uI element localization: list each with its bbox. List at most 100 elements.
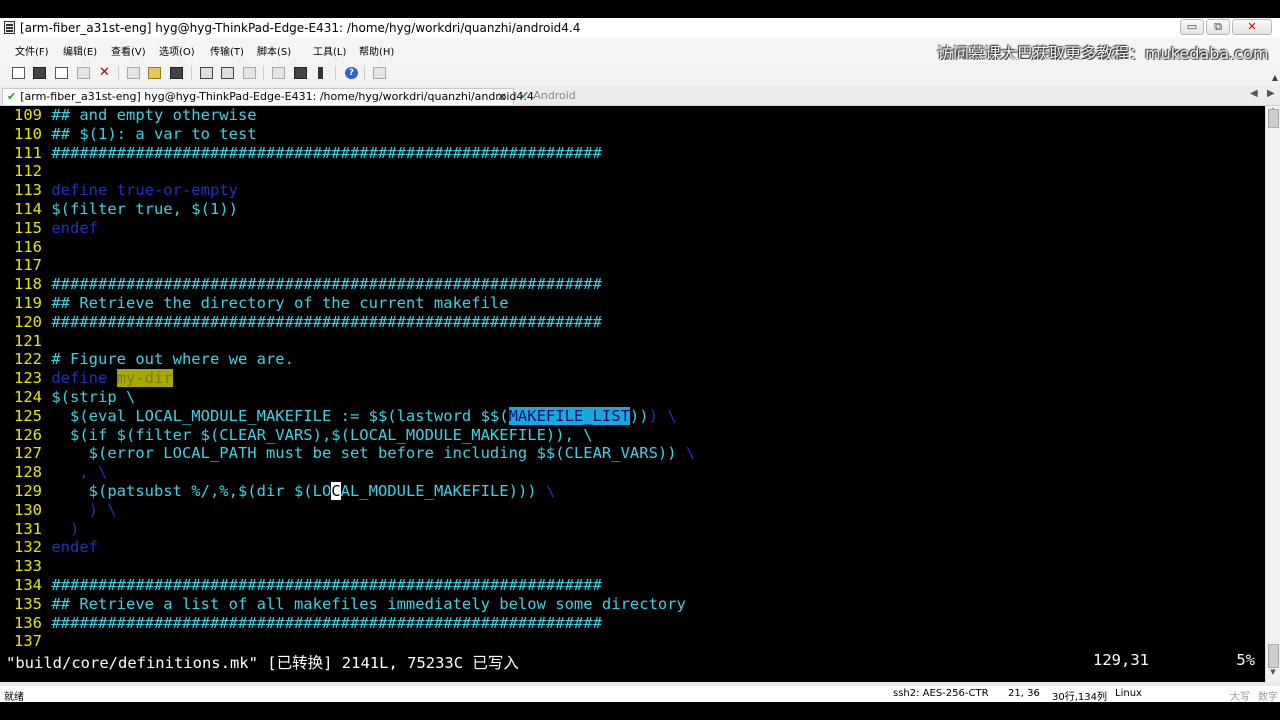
close-button[interactable]: ✕	[1232, 19, 1272, 35]
code-text: $(error LOCAL_PATH must be set before in…	[51, 444, 677, 463]
menu-script[interactable]: 脚本(S)	[257, 43, 291, 58]
toolbar-chevron-icon[interactable]: ▲	[1272, 73, 1278, 82]
line-number: 113	[14, 181, 52, 200]
status-num: 数字	[1258, 692, 1278, 703]
line-number: 120	[14, 312, 52, 331]
vim-cursor-position: 129,31	[1093, 651, 1149, 669]
connected-check-icon: ✔	[7, 90, 17, 103]
status-session: ssh2: AES-256-CTR	[893, 688, 989, 699]
terminal-line: 128 , \	[0, 463, 107, 482]
status-ready: 就绪	[4, 692, 24, 703]
code-text: )	[51, 519, 80, 538]
menu-file[interactable]: 文件(F)	[15, 43, 49, 58]
vim-scroll-percent: 5%	[1236, 651, 1255, 669]
global-options-icon[interactable]	[294, 67, 307, 79]
vim-message: "build/core/definitions.mk" [已转换] 2141L,…	[6, 654, 519, 672]
maximize-button[interactable]: ⧉	[1206, 19, 1230, 35]
status-caps: 大写	[1230, 692, 1250, 703]
toolbar-separator	[335, 66, 336, 80]
menu-help[interactable]: 帮助(H)	[359, 43, 394, 58]
status-size: 30行,134列	[1052, 692, 1107, 703]
find-icon[interactable]	[170, 67, 183, 79]
connect-icon[interactable]	[12, 67, 25, 79]
menu-edit[interactable]: 编辑(E)	[63, 43, 97, 58]
line-number: 122	[14, 350, 52, 369]
code-text: ########################################…	[51, 275, 602, 294]
scrollbar-thumb-lower[interactable]	[1268, 644, 1279, 668]
line-number: 133	[14, 557, 42, 576]
code-text: define true-or-empty	[51, 181, 238, 200]
terminal-line: 113 define true-or-empty	[0, 181, 238, 200]
tab-scroll-right-icon[interactable]: ▶	[1267, 88, 1275, 99]
code-text: ########################################…	[51, 143, 602, 162]
tab-scroll-left-icon[interactable]: ◀	[1250, 88, 1258, 99]
terminal-line: 109 ## and empty otherwise	[0, 106, 257, 125]
code-text: $(eval LOCAL_MODULE_MAKEFILE := $$(lastw…	[51, 406, 509, 425]
code-text: ########################################…	[51, 312, 602, 331]
scrollbar-thumb[interactable]	[1268, 109, 1279, 128]
line-number: 125	[14, 406, 52, 425]
vertical-scrollbar[interactable]: ▲ ▼	[1265, 106, 1280, 682]
line-number: 132	[14, 538, 52, 557]
line-number: 109	[14, 106, 52, 124]
terminal-line: 137	[0, 632, 42, 650]
window-titlebar: [arm-fiber_a31st-eng] hyg@hyg-ThinkPad-E…	[0, 18, 1280, 38]
reconnect-icon[interactable]	[77, 67, 90, 79]
menu-options[interactable]: 选项(O)	[159, 43, 195, 58]
connect-tab-icon[interactable]	[55, 67, 68, 79]
menu-view[interactable]: 查看(V)	[111, 43, 146, 58]
help-icon[interactable]: ?	[345, 67, 358, 79]
line-number: 115	[14, 218, 52, 237]
code-text: AL_MODULE_MAKEFILE)))	[340, 482, 537, 500]
tab-active-label: [arm-fiber_a31st-eng] hyg@hyg-ThinkPad-E…	[20, 90, 534, 103]
session-options-icon[interactable]	[272, 67, 285, 79]
window-controls: ▭ ⧉ ✕	[1180, 19, 1272, 35]
tab-bar: ✔ [arm-fiber_a31st-eng] hyg@hyg-ThinkPad-…	[0, 86, 1280, 106]
terminal-line: 118 ####################################…	[0, 275, 602, 294]
line-number: 130	[14, 500, 52, 519]
line-number: 131	[14, 519, 52, 538]
tab-active-session[interactable]: ✔ [arm-fiber_a31st-eng] hyg@hyg-ThinkPad-…	[2, 88, 534, 105]
sftp-icon[interactable]	[373, 67, 386, 79]
terminal-line: 132 endef	[0, 538, 98, 557]
terminal-line: 112	[0, 162, 42, 181]
code-text: ) \	[51, 500, 117, 519]
terminal-line: 136 ####################################…	[0, 614, 602, 633]
line-number: 121	[14, 331, 42, 350]
paste-icon[interactable]	[148, 67, 161, 79]
key-icon[interactable]	[318, 67, 323, 79]
terminal-view[interactable]: 109 ## and empty otherwise 110 ## $(1): a…	[0, 106, 1265, 650]
code-text: $(strip \	[51, 388, 136, 406]
quick-connect-icon[interactable]	[33, 67, 46, 79]
scroll-down-icon[interactable]: ▼	[1266, 668, 1280, 676]
line-number: 128	[14, 463, 52, 482]
terminal-line: 131 )	[0, 520, 79, 539]
window-title: [arm-fiber_a31st-eng] hyg@hyg-ThinkPad-E…	[20, 21, 581, 35]
code-text: ## Retrieve a list of all makefiles imme…	[51, 594, 686, 613]
print-icon[interactable]	[200, 67, 213, 79]
terminal-line: 110 ## $(1): a var to test	[0, 125, 257, 144]
terminal-line: 116	[0, 238, 42, 257]
menu-tools[interactable]: 工具(L)	[313, 43, 346, 58]
tab-close-icon[interactable]: ✕	[497, 89, 507, 105]
terminal-line: 129 $(patsubst %/,%,$(dir $(LOCAL_MODULE…	[0, 482, 555, 501]
bottom-black-bar	[0, 702, 1280, 720]
toolbar: ✕ ?	[0, 60, 1280, 86]
copy-icon[interactable]	[127, 67, 140, 79]
terminal-line: 124 $(strip \	[0, 388, 135, 407]
app-icon[interactable]	[4, 21, 15, 34]
code-text: , \	[51, 463, 108, 482]
line-number: 136	[14, 613, 52, 632]
line-number: 135	[14, 594, 52, 613]
minimize-button[interactable]: ▭	[1180, 19, 1204, 35]
terminal-line: 133	[0, 557, 42, 576]
terminal-line: 117	[0, 256, 42, 275]
disconnect-icon[interactable]: ✕	[98, 66, 111, 79]
print-screen-icon[interactable]	[243, 67, 256, 79]
code-text: ) \	[648, 406, 677, 425]
menu-transfer[interactable]: 传输(T)	[210, 43, 244, 58]
print-setup-icon[interactable]	[221, 67, 234, 79]
toolbar-separator	[191, 66, 192, 80]
tab-android[interactable]: ✔ Android	[516, 88, 576, 105]
text-cursor: C	[331, 482, 341, 500]
